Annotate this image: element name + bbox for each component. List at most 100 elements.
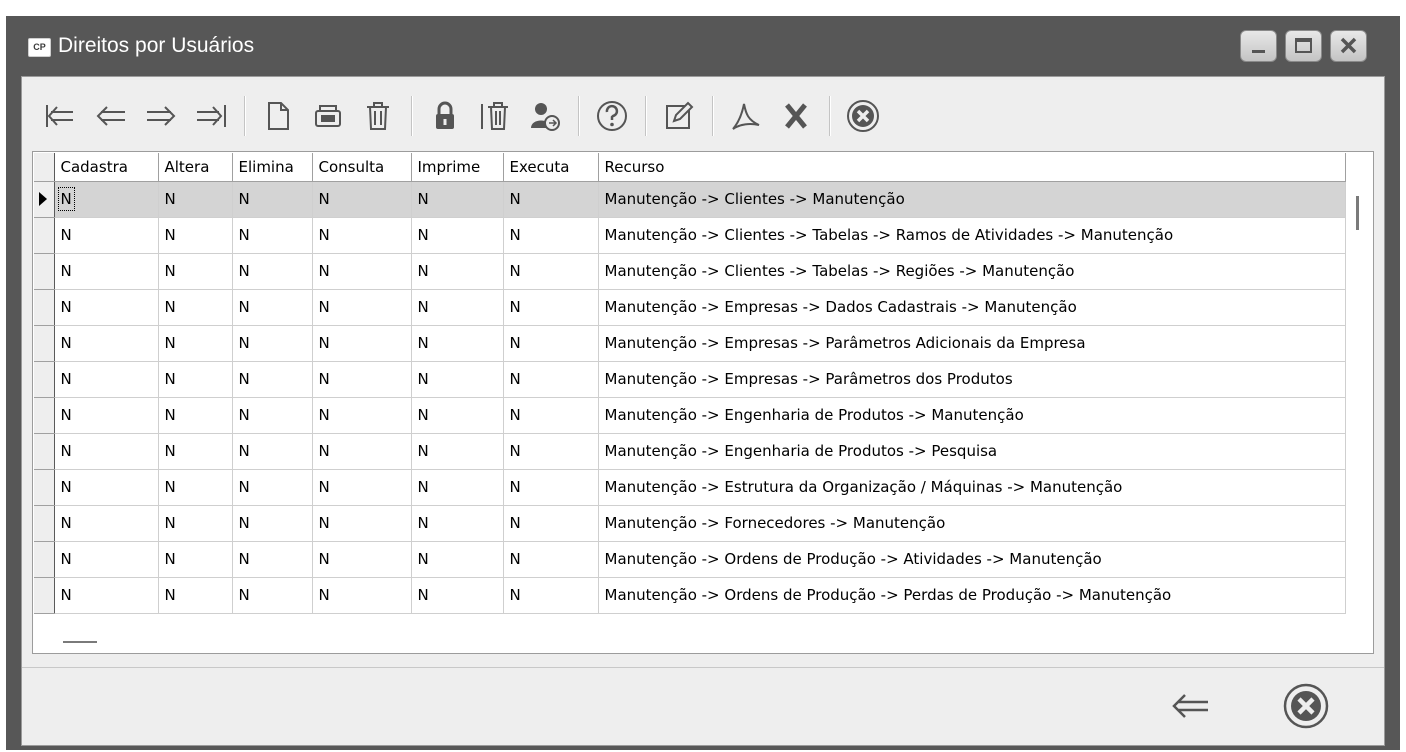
table-row[interactable]: N N N N N N Manutenção -> Empresas -> Dados Ca…: [34, 289, 1346, 326]
cell-imprime[interactable]: N: [411, 541, 504, 578]
title-bar[interactable]: CP Direitos por Usuários: [6, 16, 1400, 76]
row-indicator[interactable]: [34, 469, 55, 506]
cell-imprime[interactable]: N: [411, 289, 504, 326]
cell-imprime[interactable]: N: [411, 217, 504, 254]
cell-consulta[interactable]: N: [312, 397, 412, 434]
previous-record-button[interactable]: [86, 91, 136, 141]
table-row[interactable]: N N N N N N Manutenção -> Fornecedores -> Manu…: [34, 505, 1346, 542]
row-indicator[interactable]: [34, 253, 55, 290]
column-header-altera[interactable]: Altera: [158, 153, 233, 182]
cell-elimina[interactable]: N: [232, 505, 313, 542]
cell-cadastra[interactable]: N: [54, 289, 159, 326]
cell-consulta[interactable]: N: [312, 217, 412, 254]
excel-export-button[interactable]: [771, 91, 821, 141]
column-header-imprime[interactable]: Imprime: [411, 153, 504, 182]
cell-consulta[interactable]: N: [312, 433, 412, 470]
first-record-button[interactable]: [36, 91, 86, 141]
cell-cadastra[interactable]: N: [54, 253, 159, 290]
cell-elimina[interactable]: N: [232, 289, 313, 326]
cell-recurso[interactable]: Manutenção -> Clientes -> Manutenção: [598, 181, 1346, 218]
table-row[interactable]: N N N N N N Manutenção -> Clientes -> Tabelas …: [34, 217, 1346, 254]
cell-recurso[interactable]: Manutenção -> Empresas -> Parâmetros Adi…: [598, 325, 1346, 362]
maximize-button[interactable]: [1285, 30, 1322, 62]
cell-recurso[interactable]: Manutenção -> Engenharia de Produtos -> …: [598, 433, 1346, 470]
cell-altera[interactable]: N: [158, 433, 233, 470]
cell-recurso[interactable]: Manutenção -> Clientes -> Tabelas -> Ram…: [598, 217, 1346, 254]
cell-cadastra[interactable]: N: [54, 433, 159, 470]
back-button[interactable]: [1162, 678, 1218, 734]
cell-recurso[interactable]: Manutenção -> Empresas -> Dados Cadastra…: [598, 289, 1346, 326]
row-indicator[interactable]: [34, 289, 55, 326]
cell-executa[interactable]: N: [503, 217, 599, 254]
cell-imprime[interactable]: N: [411, 469, 504, 506]
table-row[interactable]: N N N N N N Manutenção -> Ordens de Produção -…: [34, 541, 1346, 578]
user-permissions-button[interactable]: [520, 91, 570, 141]
cell-altera[interactable]: N: [158, 505, 233, 542]
cell-executa[interactable]: N: [503, 181, 599, 218]
cell-cadastra[interactable]: N: [54, 577, 159, 614]
cell-altera[interactable]: N: [158, 181, 233, 218]
new-button[interactable]: [253, 91, 303, 141]
cell-cadastra[interactable]: N: [54, 397, 159, 434]
cell-recurso[interactable]: Manutenção -> Clientes -> Tabelas -> Reg…: [598, 253, 1346, 290]
cell-consulta[interactable]: N: [312, 325, 412, 362]
cell-cadastra[interactable]: N: [54, 361, 159, 398]
table-row[interactable]: N N N N N N Manutenção -> Clientes -> Tabelas …: [34, 253, 1346, 290]
cell-imprime[interactable]: N: [411, 433, 504, 470]
column-header-executa[interactable]: Executa: [503, 153, 599, 182]
table-row[interactable]: N N N N N N Manutenção -> Ordens de Produção -…: [34, 577, 1346, 614]
delete-button[interactable]: [353, 91, 403, 141]
column-header-consulta[interactable]: Consulta: [312, 153, 412, 182]
cell-recurso[interactable]: Manutenção -> Estrutura da Organização /…: [598, 469, 1346, 506]
cell-altera[interactable]: N: [158, 469, 233, 506]
row-indicator[interactable]: [34, 433, 55, 470]
table-row[interactable]: N N N N N N Manutenção -> Empresas -> Parâmetr…: [34, 361, 1346, 398]
cell-executa[interactable]: N: [503, 469, 599, 506]
cell-elimina[interactable]: N: [232, 361, 313, 398]
cell-executa[interactable]: N: [503, 253, 599, 290]
cell-executa[interactable]: N: [503, 289, 599, 326]
cell-elimina[interactable]: N: [232, 541, 313, 578]
cell-executa[interactable]: N: [503, 577, 599, 614]
cell-consulta[interactable]: N: [312, 469, 412, 506]
cell-cadastra[interactable]: N: [54, 181, 159, 218]
rights-grid[interactable]: Cadastra Altera Elimina Consulta Imprime…: [32, 151, 1374, 654]
minimize-button[interactable]: [1240, 30, 1277, 62]
cell-elimina[interactable]: N: [232, 253, 313, 290]
cell-consulta[interactable]: N: [312, 253, 412, 290]
table-row[interactable]: N N N N N N Manutenção -> Estrutura da Organiz…: [34, 469, 1346, 506]
cell-altera[interactable]: N: [158, 577, 233, 614]
cell-executa[interactable]: N: [503, 397, 599, 434]
table-row[interactable]: N N N N N N Manutenção -> Clientes -> Manutenç…: [34, 181, 1346, 218]
cell-consulta[interactable]: N: [312, 577, 412, 614]
cell-executa[interactable]: N: [503, 433, 599, 470]
cell-consulta[interactable]: N: [312, 541, 412, 578]
table-row[interactable]: N N N N N N Manutenção -> Engenharia de Produt…: [34, 397, 1346, 434]
cell-altera[interactable]: N: [158, 397, 233, 434]
cell-cadastra[interactable]: N: [54, 325, 159, 362]
cell-elimina[interactable]: N: [232, 397, 313, 434]
column-header-recurso[interactable]: Recurso: [598, 153, 1346, 182]
cell-altera[interactable]: N: [158, 289, 233, 326]
horizontal-scrollbar[interactable]: [63, 641, 97, 643]
row-indicator[interactable]: [34, 361, 55, 398]
cell-cadastra[interactable]: N: [54, 469, 159, 506]
cell-altera[interactable]: N: [158, 253, 233, 290]
cell-imprime[interactable]: N: [411, 325, 504, 362]
pdf-export-button[interactable]: [721, 91, 771, 141]
edit-button[interactable]: [303, 91, 353, 141]
cell-recurso[interactable]: Manutenção -> Ordens de Produção -> Perd…: [598, 577, 1346, 614]
cell-elimina[interactable]: N: [232, 577, 313, 614]
row-indicator[interactable]: [34, 397, 55, 434]
cell-consulta[interactable]: N: [312, 361, 412, 398]
cell-cadastra[interactable]: N: [54, 217, 159, 254]
row-indicator[interactable]: [34, 325, 55, 362]
cell-imprime[interactable]: N: [411, 361, 504, 398]
delete-all-button[interactable]: [470, 91, 520, 141]
table-row[interactable]: N N N N N N Manutenção -> Empresas -> Parâmetr…: [34, 325, 1346, 362]
lock-button[interactable]: [420, 91, 470, 141]
cell-executa[interactable]: N: [503, 541, 599, 578]
last-record-button[interactable]: [186, 91, 236, 141]
close-window-button[interactable]: [838, 91, 888, 141]
edit-note-button[interactable]: [654, 91, 704, 141]
